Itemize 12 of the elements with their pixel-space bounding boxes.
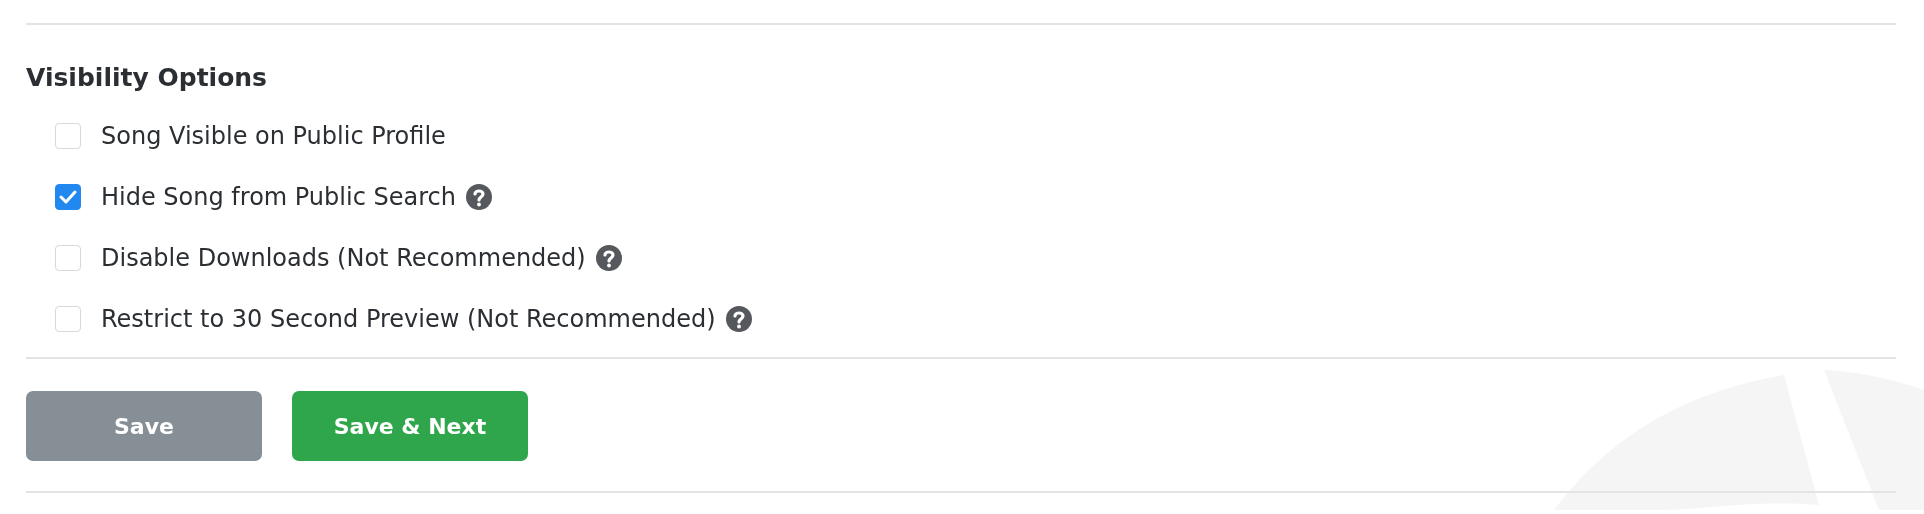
- save-button[interactable]: Save: [26, 391, 262, 461]
- save-next-button[interactable]: Save & Next: [292, 391, 528, 461]
- section-heading: Visibility Options: [26, 62, 268, 94]
- help-icon[interactable]: [465, 183, 492, 210]
- option-label: Restrict to 30 Second Preview (Not Recommended): [101, 304, 716, 333]
- help-icon[interactable]: [725, 305, 752, 332]
- checkmark-icon: [59, 189, 77, 204]
- option-label: Disable Downloads (Not Recommended): [101, 243, 586, 272]
- option-label: Hide Song from Public Search: [101, 182, 456, 211]
- option-label: Song Visible on Public Profile: [101, 121, 446, 150]
- checkbox[interactable]: [55, 183, 81, 210]
- help-icon[interactable]: [595, 244, 622, 271]
